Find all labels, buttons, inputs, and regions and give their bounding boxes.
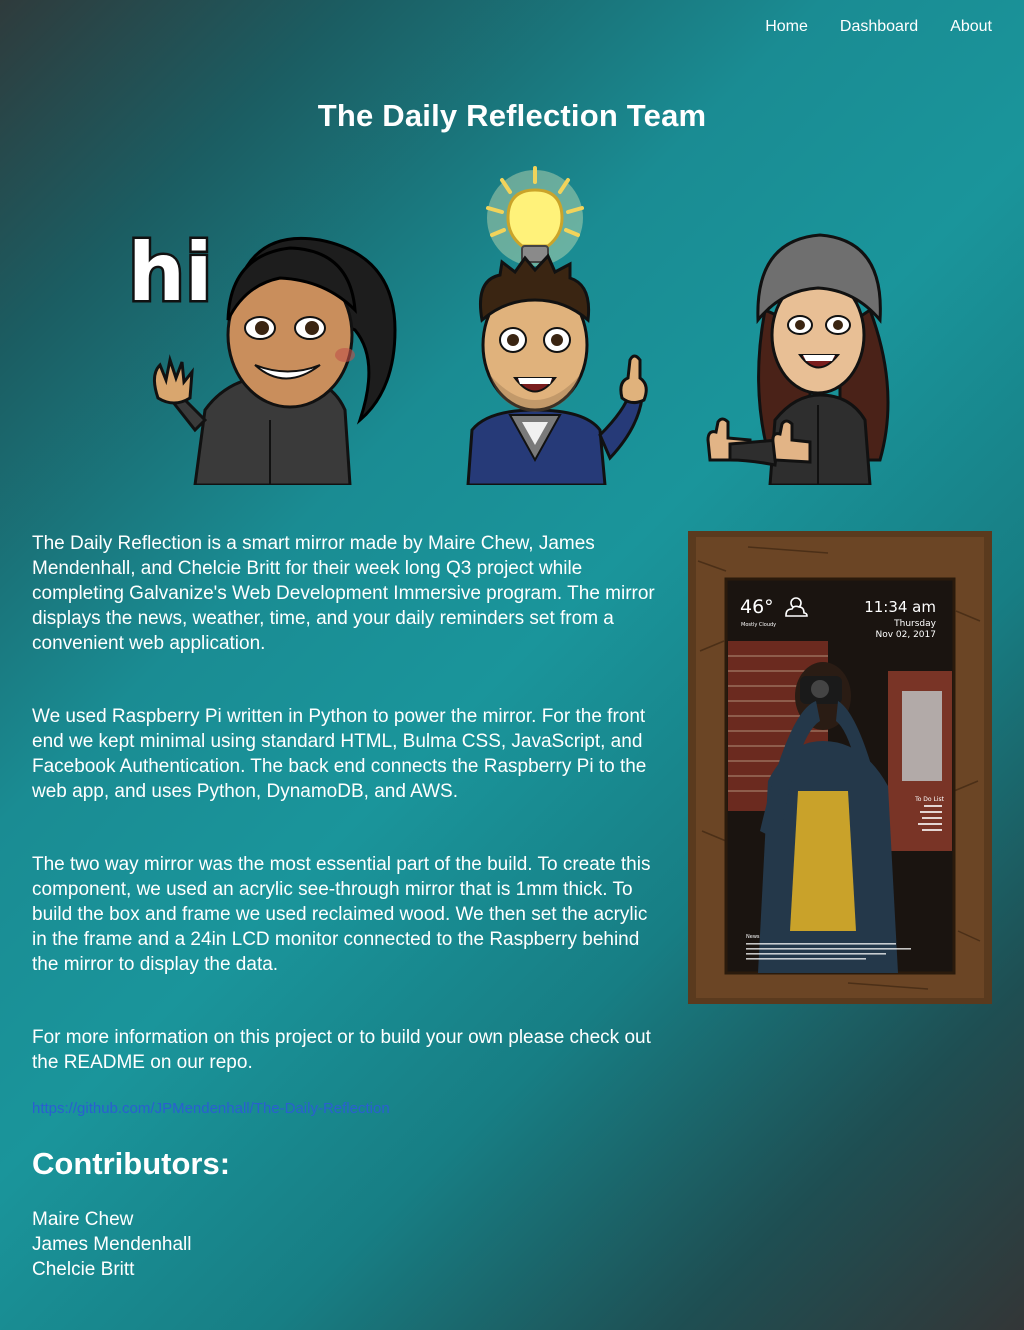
mirror-weather-desc: Mostly Cloudy xyxy=(741,622,776,628)
description-paragraph-3: The two way mirror was the most essentia… xyxy=(32,854,651,975)
description-paragraph-1: The Daily Reflection is a smart mirror m… xyxy=(32,533,655,654)
mirror-temperature: 46° xyxy=(740,596,774,618)
hi-text: hi xyxy=(128,226,212,319)
avatar-maire: hi xyxy=(126,224,397,485)
contributor-name: Chelcie Britt xyxy=(32,1259,135,1280)
smart-mirror-photo: 46° Mostly Cloudy 11:34 am Thursday Nov … xyxy=(688,531,992,1004)
contributor-name: James Mendenhall xyxy=(32,1234,192,1255)
contributor-name: Maire Chew xyxy=(32,1209,134,1230)
mirror-time: 11:34 am xyxy=(864,598,936,616)
description-paragraph-4: For more information on this project or … xyxy=(32,1027,651,1073)
mirror-todo-title: To Do List xyxy=(914,796,945,803)
navbar: Home Dashboard About xyxy=(733,0,1024,54)
nav-home-link[interactable]: Home xyxy=(765,18,808,36)
mirror-day: Thursday xyxy=(893,619,937,629)
project-description: The Daily Reflection is a smart mirror m… xyxy=(32,531,662,1123)
avatar-james xyxy=(466,166,648,485)
mirror-date: Nov 02, 2017 xyxy=(875,630,936,640)
team-avatars: hi xyxy=(110,160,910,485)
mirror-news-title: News xyxy=(746,934,760,940)
description-paragraph-2: We used Raspberry Pi written in Python t… xyxy=(32,706,647,802)
page-title: The Daily Reflection Team xyxy=(317,98,707,133)
avatar-chelcie xyxy=(706,233,890,485)
repo-link[interactable]: https://github.com/JPMendenhall/The-Dail… xyxy=(32,1100,390,1117)
nav-dashboard-link[interactable]: Dashboard xyxy=(840,18,918,36)
nav-about-link[interactable]: About xyxy=(950,18,992,36)
contributors-list: Maire Chew James Mendenhall Chelcie Brit… xyxy=(32,1207,191,1282)
contributors-title: Contributors: xyxy=(32,1146,231,1181)
